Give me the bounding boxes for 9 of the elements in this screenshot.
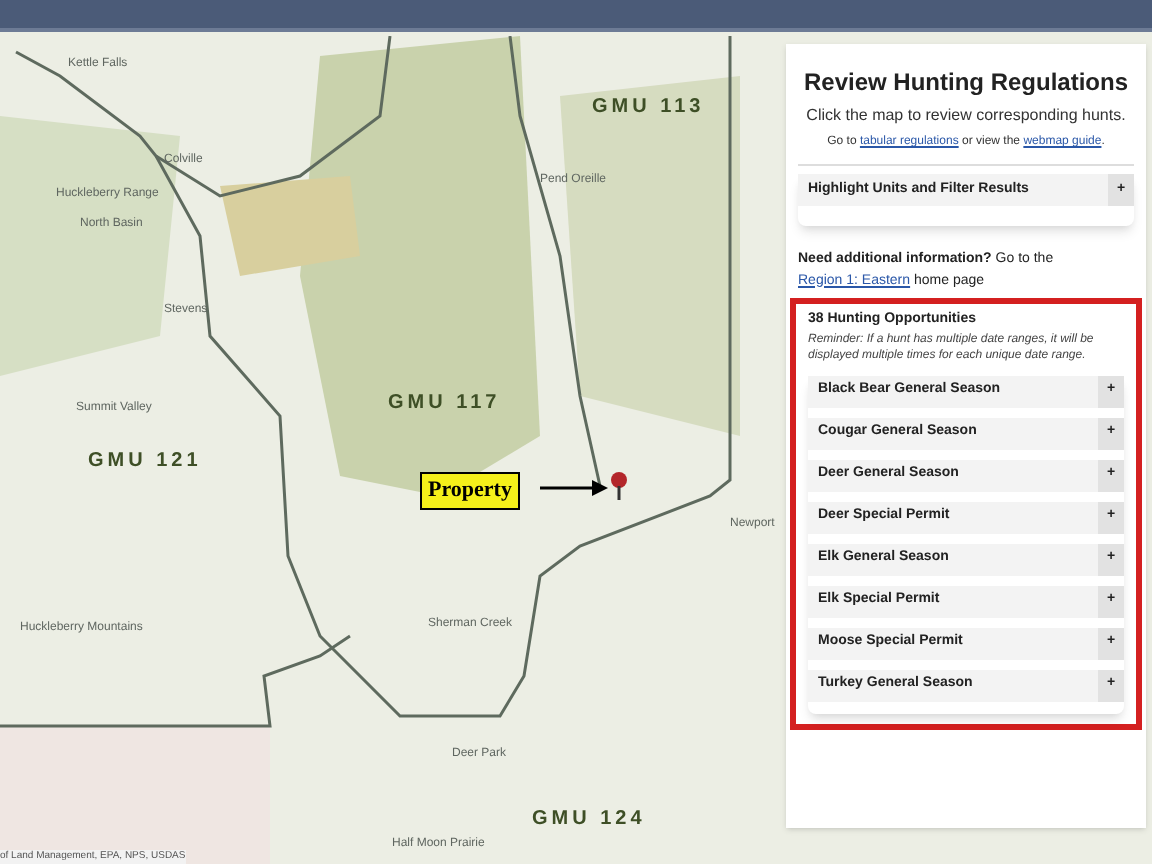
unit-label: GMU 124	[532, 806, 646, 834]
unit-label: GMU 117	[388, 390, 501, 418]
arrow-icon	[540, 480, 608, 496]
property-callout: Property	[420, 472, 520, 509]
unit-label: GMU 113	[592, 94, 705, 122]
map-pin-icon	[610, 472, 628, 500]
panel-title: Review Hunting Regulations	[801, 66, 1130, 100]
unit-label: GMU 121	[88, 448, 202, 476]
panel-subtitle: Click the map to review corresponding hunts.	[804, 104, 1128, 128]
